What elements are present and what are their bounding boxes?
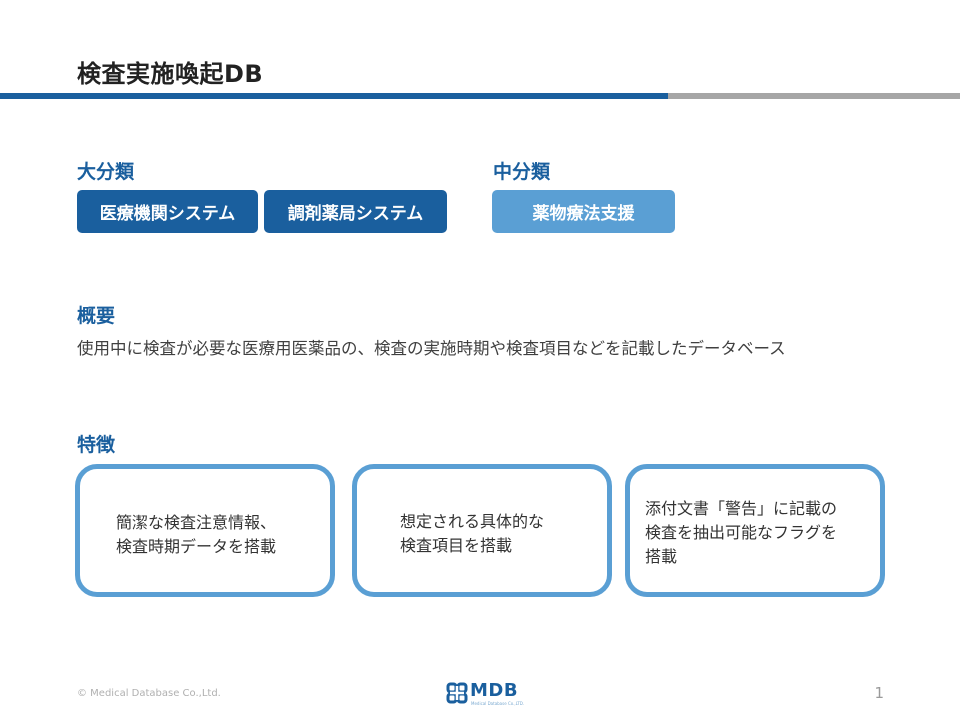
title-divider-blue [0, 93, 668, 99]
feature-card-line: 検査を抽出可能なフラグを [645, 523, 838, 542]
minor-category-heading: 中分類 [493, 161, 551, 183]
major-tag-medical-system: 医療機関システム [77, 190, 258, 233]
logo-wordmark: MDB [470, 680, 519, 701]
feature-card-line: 簡潔な検査注意情報、 [116, 513, 277, 532]
feature-card: 簡潔な検査注意情報、 検査時期データを搭載 [75, 464, 335, 597]
title-divider [0, 93, 960, 99]
features-heading: 特徴 [77, 434, 116, 456]
feature-card: 想定される具体的な 検査項目を搭載 [352, 464, 612, 597]
feature-card: 添付文書「警告」に記載の 検査を抽出可能なフラグを 搭載 [625, 464, 885, 597]
overview-text: 使用中に検査が必要な医療用医薬品の、検査の実施時期や検査項目などを記載したデータ… [77, 339, 786, 358]
feature-card-line: 搭載 [645, 547, 678, 566]
logo-subtext: Medical Database Co.,LTD. [471, 701, 525, 706]
major-tag-pharmacy-system: 調剤薬局システム [264, 190, 447, 233]
feature-card-text: 添付文書「警告」に記載の 検査を抽出可能なフラグを 搭載 [645, 497, 837, 569]
copyright-notice: © Medical Database Co.,Ltd. [77, 688, 221, 699]
feature-card-line: 添付文書「警告」に記載の [645, 499, 838, 518]
overview-heading: 概要 [77, 305, 116, 327]
minor-tag-pharmacotherapy-support: 薬物療法支援 [492, 190, 675, 233]
major-category-heading: 大分類 [77, 161, 135, 183]
page-number: 1 [874, 684, 884, 702]
feature-card-line: 想定される具体的な [400, 512, 545, 531]
mdb-logo: MDB Medical Database Co.,LTD. [446, 680, 524, 707]
feature-card-text: 簡潔な検査注意情報、 検査時期データを搭載 [116, 511, 276, 559]
feature-card-text: 想定される具体的な 検査項目を搭載 [400, 510, 544, 558]
feature-card-line: 検査項目を搭載 [400, 536, 513, 555]
title-divider-gray [668, 93, 960, 99]
feature-card-line: 検査時期データを搭載 [116, 537, 277, 556]
slide-title: 検査実施喚起DB [77, 60, 264, 88]
mdb-cross-logo-icon [446, 682, 468, 704]
